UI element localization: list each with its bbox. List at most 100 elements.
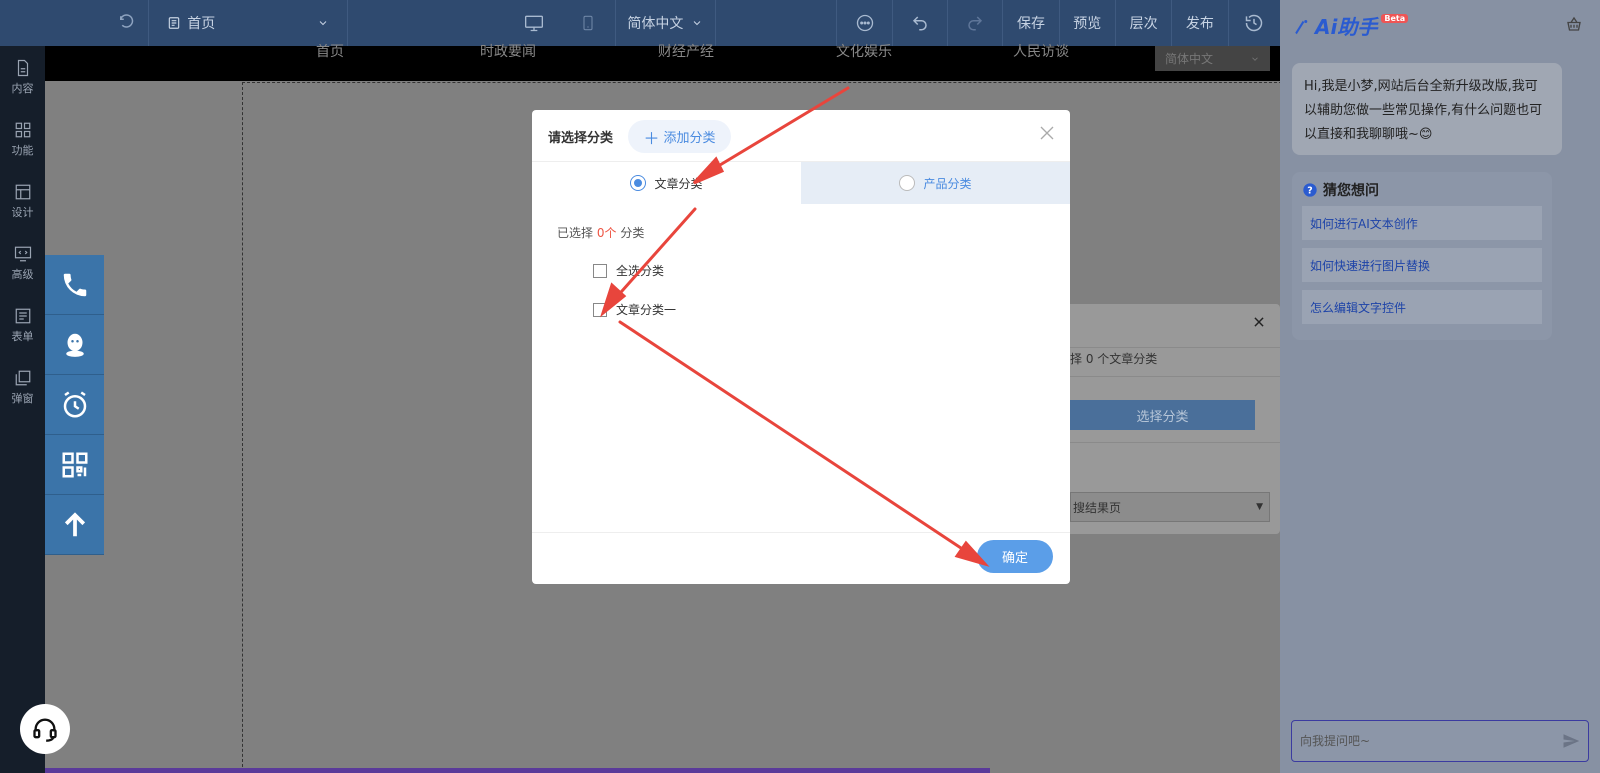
divider: [1070, 347, 1280, 348]
desktop-view-icon[interactable]: [506, 0, 560, 46]
customer-service-button[interactable]: [20, 704, 70, 754]
result-page-value: 搜结果页: [1073, 500, 1122, 515]
redo-icon[interactable]: [948, 0, 1002, 46]
selected-count: 0个: [596, 226, 617, 240]
confirm-button[interactable]: 确定: [977, 540, 1053, 573]
sidebar-item-label: 内容: [11, 81, 34, 95]
tab-label: 文章分类: [654, 176, 703, 191]
more-icon[interactable]: [837, 0, 891, 46]
arrow-up-icon[interactable]: [45, 495, 104, 555]
page-selector[interactable]: 首页: [149, 0, 347, 46]
save-button[interactable]: 保存: [1003, 0, 1058, 46]
basket-icon[interactable]: [1565, 15, 1583, 33]
tab-product-category[interactable]: 产品分类: [801, 162, 1070, 204]
question-icon: ?: [1303, 183, 1317, 197]
ai-assistant-panel: Ai助手 Beta Hi,我是小梦,网站后台全新升级改版,我可以辅助您做一些常见…: [1280, 0, 1600, 773]
add-category-label: 添加分类: [663, 131, 716, 146]
left-sidebar: 内容 功能 设计 高级 表单 弹窗: [0, 46, 45, 773]
mobile-view-icon[interactable]: [561, 0, 615, 46]
sidebar-item-popup[interactable]: 弹窗: [0, 356, 45, 418]
site-nav-culture[interactable]: 文化娱乐: [836, 45, 892, 81]
result-page-select[interactable]: 搜结果页 ▼: [1070, 492, 1270, 522]
qq-icon[interactable]: [45, 315, 104, 375]
app-root: 首页 简体中文 保存 预览 层次 发布 内容 功能 设计 高级 表单 弹窗 首页…: [0, 0, 1600, 773]
add-category-button[interactable]: ＋ 添加分类: [628, 120, 731, 153]
select-all-label: 全选分类: [616, 264, 665, 278]
sparkle-icon: [1295, 19, 1308, 34]
select-all-row[interactable]: 全选分类: [593, 262, 664, 279]
radio-unchecked[interactable]: [899, 175, 916, 191]
site-language-value: 简体中文: [1165, 52, 1214, 66]
site-nav-finance[interactable]: 财经产经: [658, 45, 714, 81]
tab-article-category[interactable]: 文章分类: [532, 162, 801, 204]
sidebar-item-label: 表单: [11, 329, 34, 343]
sidebar-item-form[interactable]: 表单: [0, 294, 45, 356]
dialog-header: 请选择分类 ＋ 添加分类: [532, 110, 1070, 162]
radio-checked[interactable]: [630, 175, 647, 191]
svg-text:?: ?: [1307, 185, 1312, 196]
greeting-bubble: Hi,我是小梦,网站后台全新升级改版,我可以辅助您做一些常见操作,有什么问题也可…: [1292, 63, 1562, 155]
chevron-down-icon: [1252, 56, 1258, 61]
category-checkbox[interactable]: [593, 302, 607, 317]
chevron-down-icon: [319, 21, 327, 26]
preview-button[interactable]: 预览: [1060, 0, 1115, 46]
sidebar-item-label: 弹窗: [11, 391, 34, 405]
site-nav-politics[interactable]: 时政要闻: [480, 45, 536, 81]
headset-icon: [33, 718, 57, 742]
page-name: 首页: [187, 16, 216, 32]
form-icon: [15, 308, 30, 323]
select-category-button[interactable]: 选择分类: [1070, 400, 1255, 430]
category-label: 文章分类一: [616, 303, 677, 317]
send-icon[interactable]: [1562, 732, 1580, 750]
file-icon: [17, 59, 28, 76]
publish-button[interactable]: 发布: [1172, 0, 1227, 46]
site-nav-home[interactable]: 首页: [316, 45, 344, 81]
chat-input[interactable]: [1300, 734, 1540, 748]
sidebar-item-design[interactable]: 设计: [0, 170, 45, 232]
close-icon[interactable]: [1038, 124, 1056, 142]
category-count-text: 择 0 个文章分类: [1070, 352, 1158, 366]
alarm-icon[interactable]: [45, 375, 104, 435]
sidebar-item-function[interactable]: 功能: [0, 108, 45, 170]
undo-history-icon[interactable]: [104, 0, 148, 46]
divider: [1070, 442, 1280, 443]
sidebar-item-label: 功能: [11, 143, 34, 157]
editor-toolbar: 首页 简体中文 保存 预览 层次 发布: [0, 0, 1280, 46]
page-icon: [168, 17, 180, 29]
popup-icon: [15, 370, 30, 385]
layers-button[interactable]: 层次: [1116, 0, 1171, 46]
select-all-checkbox[interactable]: [593, 263, 607, 278]
suggested-title-text: 猜您想问: [1323, 183, 1379, 199]
grid-icon: [15, 122, 30, 137]
layout-icon: [15, 184, 30, 199]
ai-logo-text: Ai助手: [1315, 15, 1378, 39]
beta-badge: Beta: [1381, 14, 1409, 23]
site-nav-interview[interactable]: 人民访谈: [1013, 45, 1069, 81]
phone-icon[interactable]: [45, 255, 104, 315]
chevron-down-icon: [694, 21, 701, 26]
category-row[interactable]: 文章分类一: [593, 301, 676, 318]
history-icon[interactable]: [1229, 0, 1280, 46]
sidebar-item-advanced[interactable]: 高级: [0, 232, 45, 294]
chat-input-box: [1291, 720, 1589, 762]
sidebar-item-content[interactable]: 内容: [0, 46, 45, 108]
suggested-question[interactable]: 如何进行AI文本创作: [1302, 206, 1542, 240]
selected-suffix: 分类: [620, 226, 645, 240]
undo-icon[interactable]: [893, 0, 947, 46]
language-selector[interactable]: 简体中文: [616, 0, 715, 46]
progress-bar: [45, 768, 990, 773]
qrcode-icon[interactable]: [45, 435, 104, 495]
selected-count-line: 已选择 0个 分类: [557, 224, 644, 241]
suggested-title: ? 猜您想问: [1302, 180, 1542, 200]
suggested-question[interactable]: 怎么编辑文字控件: [1302, 290, 1542, 324]
code-monitor-icon: [14, 246, 31, 261]
category-dialog: 请选择分类 ＋ 添加分类 文章分类 产品分类 已选择 0个 分类 全选分类 文章…: [532, 110, 1070, 584]
selected-prefix: 已选择: [557, 226, 594, 240]
category-tabs: 文章分类 产品分类: [532, 162, 1070, 204]
site-language-select[interactable]: 简体中文: [1155, 46, 1270, 71]
suggested-question[interactable]: 如何快速进行图片替换: [1302, 248, 1542, 282]
caret-down-icon: ▼: [1256, 502, 1263, 512]
close-icon[interactable]: [1252, 315, 1266, 329]
floating-contact-bar: [45, 255, 104, 555]
